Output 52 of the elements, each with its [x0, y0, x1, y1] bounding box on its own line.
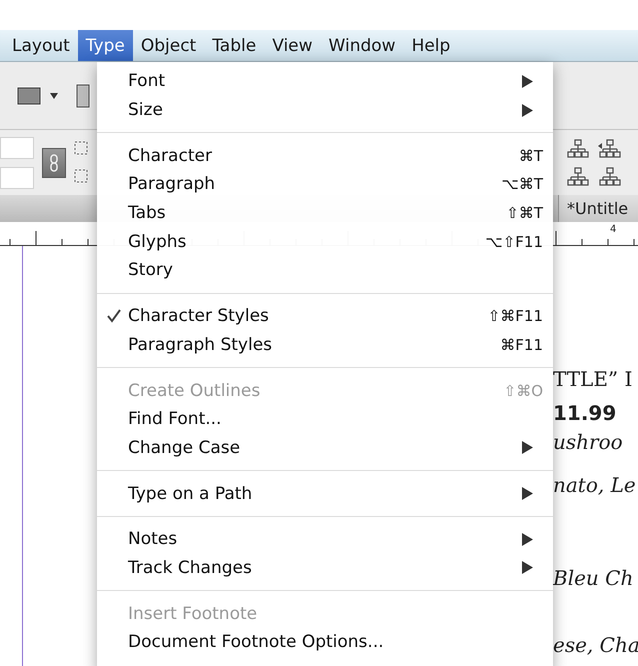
input-field[interactable] [0, 166, 34, 188]
chain-link-button[interactable] [42, 148, 66, 178]
menu-title[interactable]: Window [320, 30, 404, 61]
hierarchy-icon [598, 138, 622, 160]
menu-title[interactable]: Object [132, 30, 204, 61]
menu-item[interactable]: Size [97, 96, 553, 124]
menu-item[interactable]: Glyphs ⌥⇧F11 [97, 227, 553, 256]
hierarchy-icon [566, 166, 590, 188]
document-text: ushroo [553, 429, 624, 455]
menu-item[interactable]: Character ⌘T [97, 141, 553, 170]
menu-title[interactable]: Layout [4, 30, 78, 61]
menu-title[interactable]: Type [78, 30, 133, 61]
document-text: 11.99 [553, 400, 618, 426]
shortcut-text: ⇧⌘T [506, 204, 543, 222]
menu-item[interactable]: Paragraph Styles ⌘F11 [97, 330, 553, 360]
document-text: Bleu Ch [553, 565, 634, 591]
shortcut-text: ⌥⌘T [502, 175, 543, 194]
menu-item[interactable]: Font [97, 67, 553, 96]
menu-item[interactable]: Story [97, 256, 553, 285]
shortcut-text: ⌥⇧F11 [485, 232, 543, 251]
submenu-arrow-icon [522, 487, 533, 500]
shortcut-text: ⇧⌘O [504, 382, 543, 400]
document-text: nato, Le [553, 472, 637, 498]
menu-title[interactable]: Help [404, 30, 458, 61]
ruler-label: 4 [610, 224, 616, 235]
submenu-arrow-icon [522, 104, 533, 117]
menu-item[interactable]: Change Case [97, 434, 553, 462]
menu-item[interactable]: Paragraph ⌥⌘T [97, 170, 553, 199]
shortcut-text: ⌘T [518, 146, 543, 165]
menu-title[interactable]: View [264, 30, 321, 61]
input-field[interactable] [0, 136, 34, 158]
hierarchy-icon [598, 166, 622, 188]
menu-item[interactable]: Type on a Path [97, 479, 553, 508]
menu-title[interactable]: Table [204, 30, 264, 61]
hierarchy-icon [566, 138, 590, 160]
checkmark-icon [107, 309, 121, 324]
frame-icon[interactable] [76, 84, 90, 108]
menu-item[interactable]: Find Font... [97, 404, 553, 434]
menu-item[interactable]: Character Styles ⇧⌘F11 [97, 302, 553, 330]
submenu-arrow-icon [522, 561, 533, 574]
submenu-arrow-icon [522, 74, 533, 88]
menu-item[interactable]: Track Changes [97, 554, 553, 582]
shortcut-text: ⌘F11 [500, 336, 543, 354]
menu-item[interactable]: Tabs ⇧⌘T [97, 198, 553, 228]
menu-item[interactable]: Notes [97, 524, 553, 554]
document-tab[interactable]: *Untitle [558, 195, 638, 222]
document-text: ese, Cha [553, 632, 638, 658]
submenu-arrow-icon [522, 441, 533, 454]
menu-item[interactable]: Document Footnote Options... [97, 628, 553, 657]
submenu-arrow-icon [522, 532, 533, 546]
shortcut-text: ⇧⌘F11 [488, 307, 543, 326]
document-text: TTLE” I [553, 366, 634, 392]
